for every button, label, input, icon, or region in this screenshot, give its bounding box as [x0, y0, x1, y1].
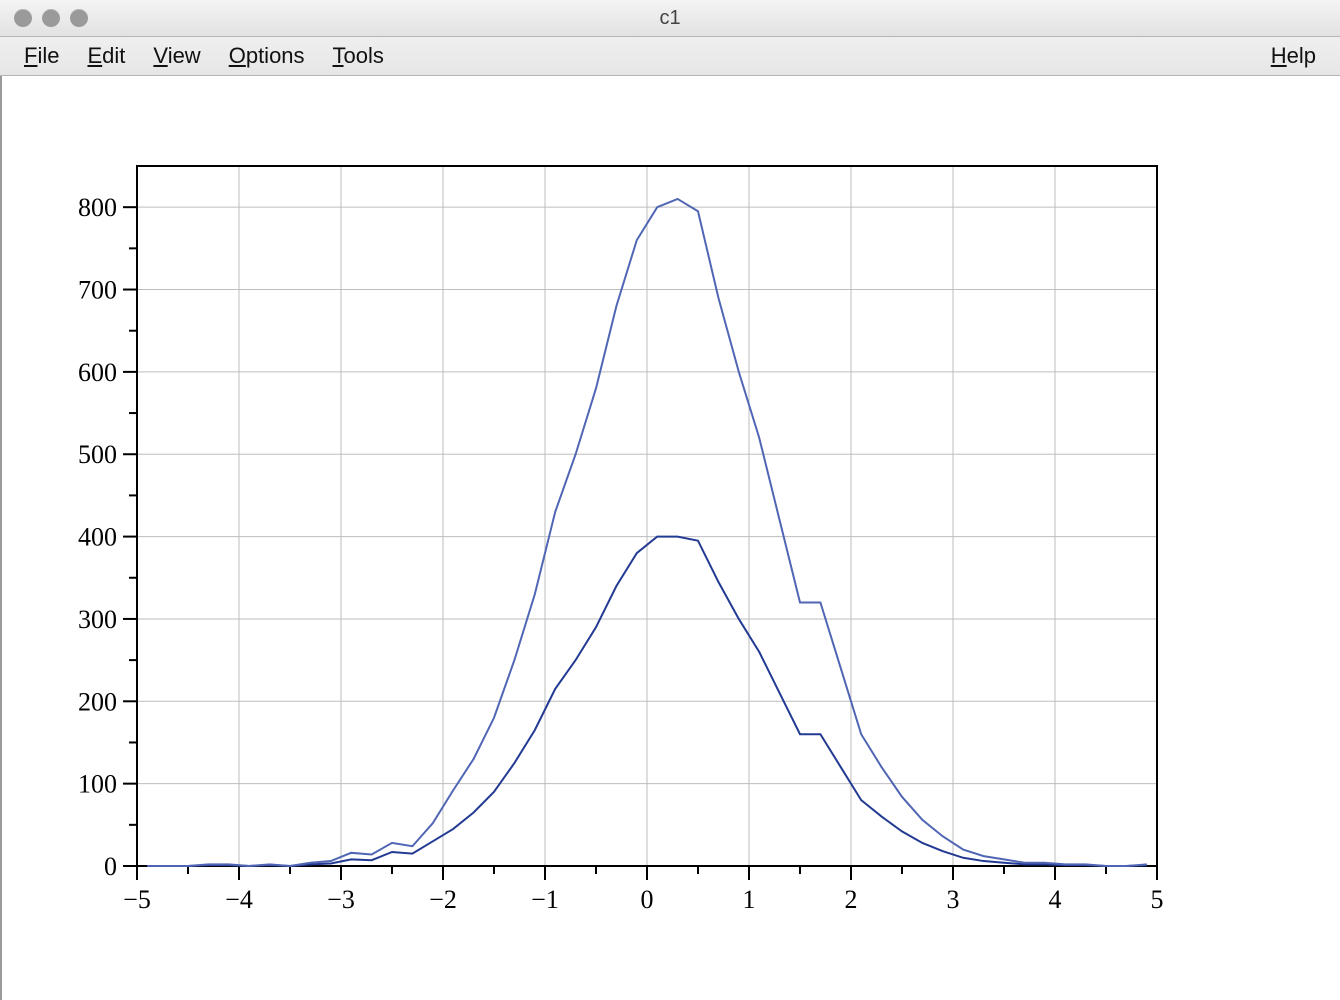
menu-file-underline: F [24, 43, 37, 68]
x-tick-label: −2 [429, 885, 457, 914]
minimize-icon[interactable] [42, 9, 60, 27]
y-axis: 0 100 200 300 400 500 600 700 800 [78, 193, 137, 881]
menu-options-rest: ptions [246, 43, 305, 68]
close-icon[interactable] [14, 9, 32, 27]
menu-help[interactable]: Help [1257, 39, 1330, 73]
canvas[interactable]: −5 −4 −3 −2 −1 0 1 2 3 4 5 0 100 200 300 400 500 600 700 80… [0, 76, 1340, 1000]
x-tick-label: 2 [845, 885, 858, 914]
y-tick-label: 100 [78, 770, 117, 799]
menu-options[interactable]: Options [215, 39, 319, 73]
chart-svg: −5 −4 −3 −2 −1 0 1 2 3 4 5 0 100 200 300 400 500 600 700 80… [2, 76, 1340, 1000]
y-tick-label: 800 [78, 193, 117, 222]
x-tick-label: −1 [531, 885, 559, 914]
menu-tools-underline: T [333, 43, 344, 68]
menu-help-underline: H [1271, 43, 1287, 68]
menu-tools-rest: ools [344, 43, 384, 68]
menu-file[interactable]: File [10, 39, 73, 73]
y-tick-label: 700 [78, 276, 117, 305]
menu-view-underline: V [153, 43, 167, 68]
zoom-icon[interactable] [70, 9, 88, 27]
menu-edit-underline: E [87, 43, 102, 68]
y-tick-label: 0 [104, 852, 117, 881]
x-tick-label: −5 [123, 885, 151, 914]
y-tick-label: 600 [78, 358, 117, 387]
menubar: File Edit View Options Tools Help [0, 37, 1340, 76]
y-tick-label: 200 [78, 687, 117, 716]
x-tick-label: −3 [327, 885, 355, 914]
menu-tools[interactable]: Tools [319, 39, 398, 73]
x-tick-label: 4 [1049, 885, 1062, 914]
x-tick-label: 0 [641, 885, 654, 914]
menu-view[interactable]: View [139, 39, 214, 73]
window-controls [0, 9, 88, 27]
window-title: c1 [0, 7, 1340, 30]
y-tick-label: 500 [78, 440, 117, 469]
x-tick-label: 3 [947, 885, 960, 914]
menu-edit-rest: dit [102, 43, 125, 68]
grid [137, 166, 1157, 866]
menu-file-rest: ile [37, 43, 59, 68]
menu-view-rest: iew [168, 43, 201, 68]
x-tick-label: 1 [743, 885, 756, 914]
menu-help-rest: elp [1287, 43, 1316, 68]
x-axis: −5 −4 −3 −2 −1 0 1 2 3 4 5 [123, 866, 1163, 914]
menu-options-underline: O [229, 43, 246, 68]
titlebar: c1 [0, 0, 1340, 37]
x-tick-label: −4 [225, 885, 253, 914]
y-tick-label: 300 [78, 605, 117, 634]
x-tick-label: 5 [1151, 885, 1164, 914]
menu-edit[interactable]: Edit [73, 39, 139, 73]
y-tick-label: 400 [78, 523, 117, 552]
